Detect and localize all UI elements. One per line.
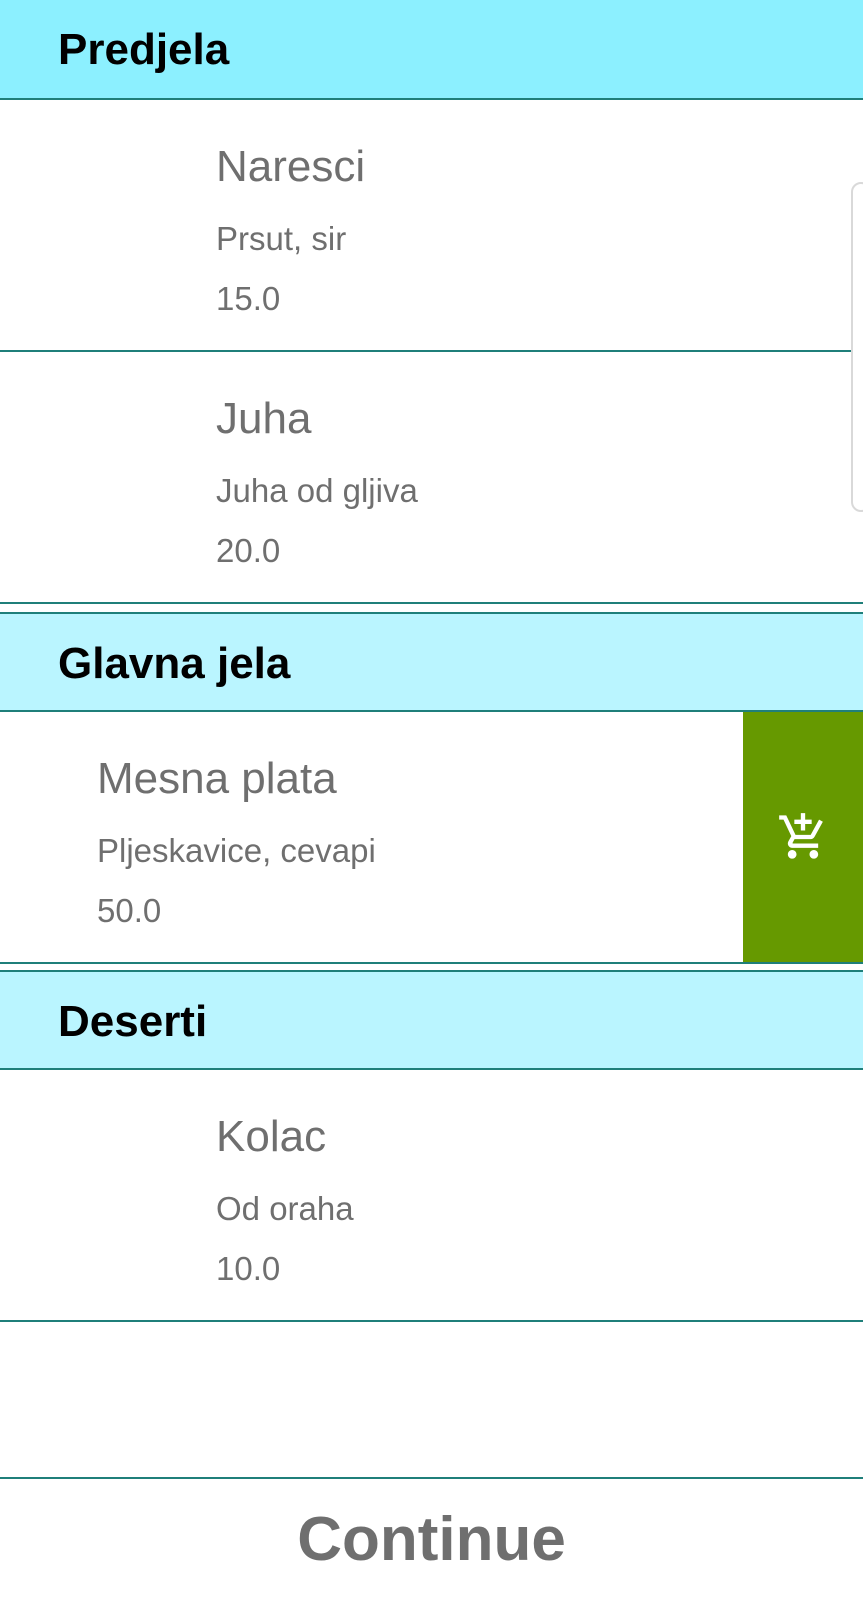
menu-item-naresci[interactable]: Naresci Prsut, sir 15.0	[0, 100, 863, 352]
item-price: 10.0	[216, 1250, 281, 1287]
add-to-cart-button[interactable]	[743, 712, 863, 962]
item-price: 50.0	[97, 892, 162, 929]
add-shopping-cart-icon	[779, 813, 823, 859]
item-name: Naresci	[216, 142, 366, 191]
item-name: Mesna plata	[97, 754, 337, 803]
item-description: Juha od gljiva	[216, 472, 418, 509]
menu-screen: Predjela Naresci Prsut, sir 15.0 Juha Ju…	[0, 0, 863, 1600]
item-description: Od oraha	[216, 1190, 354, 1227]
item-price: 20.0	[216, 532, 281, 569]
section-title: Glavna jela	[58, 639, 291, 688]
section-title: Deserti	[58, 997, 208, 1046]
section-header-predjela: Predjela	[0, 0, 863, 100]
section-header-deserti: Deserti	[0, 970, 863, 1070]
item-price: 15.0	[216, 280, 281, 317]
item-name: Juha	[216, 394, 312, 443]
menu-item-kolac[interactable]: Kolac Od oraha 10.0	[0, 1070, 863, 1322]
item-name: Kolac	[216, 1112, 327, 1161]
scrollbar[interactable]	[851, 182, 863, 512]
footer-divider	[0, 1477, 863, 1479]
menu-item-juha[interactable]: Juha Juha od gljiva 20.0	[0, 352, 863, 604]
menu-item-mesna-plata[interactable]: Mesna plata Pljeskavice, cevapi 50.0	[0, 712, 863, 964]
item-description: Prsut, sir	[216, 220, 347, 257]
section-title: Predjela	[58, 25, 230, 74]
item-description: Pljeskavice, cevapi	[97, 832, 376, 869]
section-header-glavna-jela: Glavna jela	[0, 612, 863, 712]
continue-button[interactable]: Continue	[0, 1480, 863, 1600]
